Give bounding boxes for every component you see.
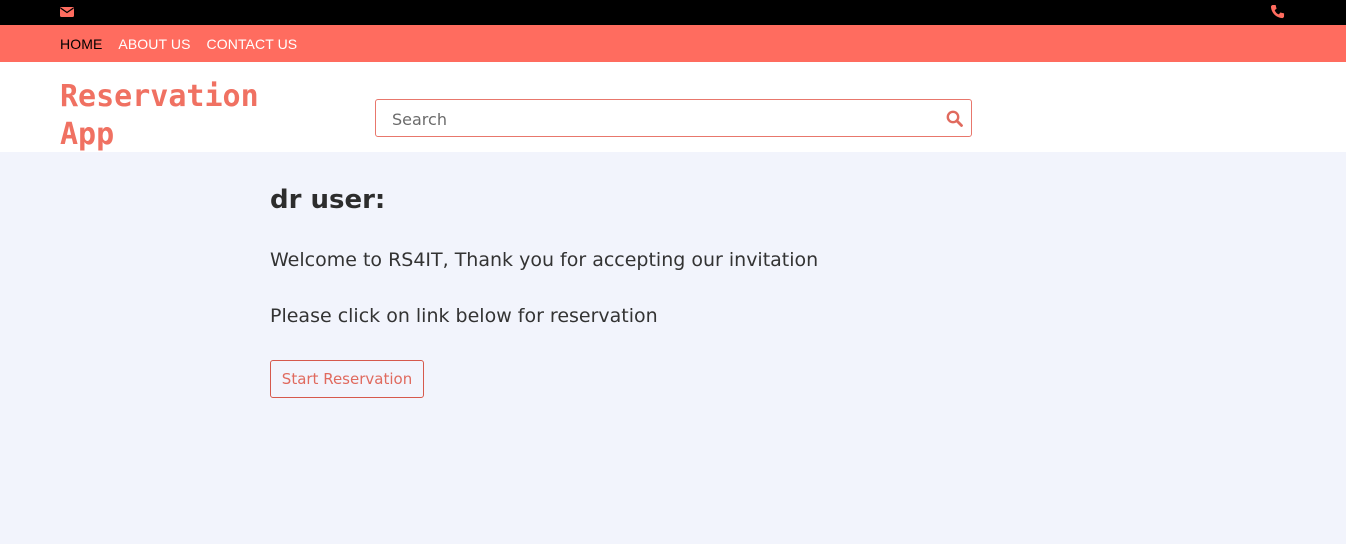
top-bar	[0, 0, 1346, 25]
welcome-text: Welcome to RS4IT, Thank you for acceptin…	[270, 249, 819, 271]
greeting-heading: dr user:	[270, 185, 386, 215]
nav-about-us[interactable]: ABOUT US	[118, 36, 190, 52]
search-icon[interactable]	[946, 110, 963, 132]
nav-home[interactable]: HOME	[60, 36, 102, 52]
search-box	[375, 99, 972, 138]
main-navigation: HOME ABOUT US CONTACT US	[0, 25, 1346, 62]
envelope-icon[interactable]	[60, 5, 74, 23]
nav-contact-us[interactable]: CONTACT US	[207, 36, 298, 52]
start-reservation-button[interactable]: Start Reservation	[270, 360, 424, 398]
search-input[interactable]	[390, 100, 934, 138]
site-header: Reservation App	[0, 62, 1346, 152]
brand-logo[interactable]: Reservation App	[60, 78, 290, 154]
instruction-text: Please click on link below for reservati…	[270, 305, 658, 327]
phone-icon[interactable]	[1270, 4, 1285, 24]
